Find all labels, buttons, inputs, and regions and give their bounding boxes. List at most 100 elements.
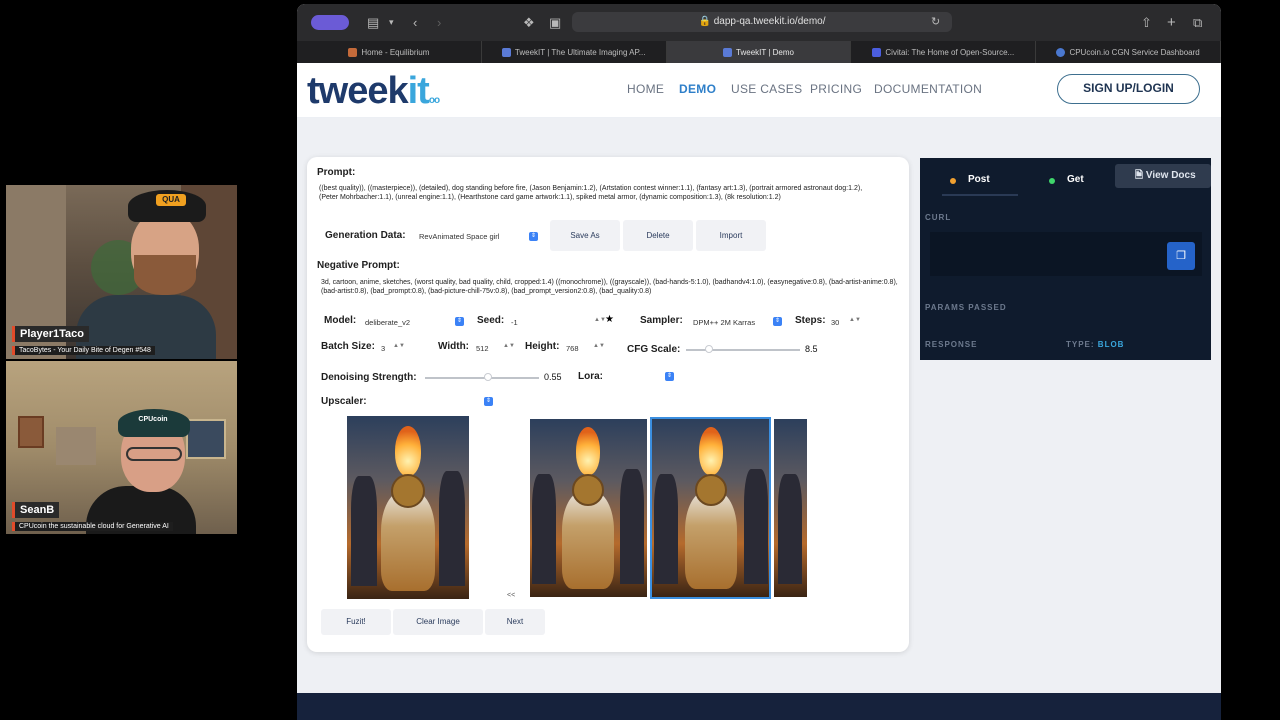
reload-icon[interactable]: ↻ — [931, 4, 940, 41]
next-button[interactable]: Next — [485, 609, 545, 635]
share-icon[interactable]: ⇧ — [1141, 4, 1152, 41]
height-label: Height: — [525, 341, 560, 352]
width-input[interactable]: 512 — [476, 344, 489, 353]
select-arrow-icon[interactable]: ⇕ — [484, 397, 493, 406]
stepper-icon[interactable]: ▲▼ — [503, 343, 515, 349]
favicon-icon — [348, 47, 358, 57]
pin-icon[interactable]: ★ — [605, 314, 614, 325]
batch-size-input[interactable]: 3 — [381, 344, 385, 353]
browser-window: ▤ ▾ ‹ › ❖ ▣ 🔒 dapp-qa.tweekit.io/demo/ ↻… — [297, 4, 1221, 720]
denoising-strength-label: Denoising Strength: — [321, 372, 417, 383]
curl-label: CURL — [925, 213, 952, 222]
extension-icon[interactable]: ❖ — [523, 4, 535, 41]
nav-home[interactable]: HOME — [627, 82, 664, 96]
fuzit-button[interactable]: Fuzit! — [321, 609, 391, 635]
forward-icon[interactable]: › — [437, 4, 441, 41]
browser-tab[interactable]: TweekIT | The Ultimate Imaging AP... — [482, 41, 667, 63]
tab-group-icon[interactable] — [311, 15, 349, 30]
height-input[interactable]: 768 — [566, 344, 579, 353]
curl-output[interactable] — [930, 232, 1202, 276]
nav-documentation[interactable]: DOCUMENTATION — [874, 82, 982, 96]
stepper-icon[interactable]: ▲▼ — [593, 343, 605, 349]
view-docs-button[interactable]: 🗎 View Docs — [1115, 164, 1211, 188]
post-status-dot — [950, 178, 956, 184]
result-image[interactable] — [774, 419, 807, 597]
participant-tagline: TacoBytes - Your Daily Bite of Degen #54… — [12, 346, 155, 355]
save-as-button[interactable]: Save As — [550, 220, 620, 251]
browser-tab[interactable]: CPUcoin.io CGN Service Dashboard — [1036, 41, 1221, 63]
cap-logo: QUA — [156, 194, 186, 206]
api-panel: Post Get 🗎 View Docs CURL ❐ PARAMS PASSE… — [920, 158, 1211, 360]
browser-tab[interactable]: Home - Equilibrium — [297, 41, 482, 63]
sidebar-toggle-icon[interactable]: ▤ — [367, 4, 379, 41]
generation-data-select[interactable]: RevAnimated Space girl — [419, 232, 499, 241]
participant-name: SeanB — [12, 502, 60, 518]
screenshot-icon[interactable]: ▣ — [549, 4, 561, 41]
address-bar[interactable]: 🔒 dapp-qa.tweekit.io/demo/ — [572, 12, 952, 32]
denoising-strength-slider[interactable] — [425, 377, 539, 379]
response-type: TYPE: BLOB — [1066, 340, 1125, 349]
width-label: Width: — [438, 341, 470, 352]
participant-tagline: CPUcoin the sustainable cloud for Genera… — [12, 522, 173, 531]
previous-arrow[interactable]: << — [507, 592, 515, 599]
sampler-select[interactable]: DPM++ 2M Karras — [693, 318, 755, 327]
model-select[interactable]: deliberate_v2 — [365, 318, 410, 327]
import-button[interactable]: Import — [696, 220, 766, 251]
nav-use-cases[interactable]: USE CASES — [731, 82, 802, 96]
browser-toolbar: ▤ ▾ ‹ › ❖ ▣ 🔒 dapp-qa.tweekit.io/demo/ ↻… — [297, 4, 1221, 41]
favicon-icon — [1056, 47, 1066, 57]
negative-prompt-label: Negative Prompt: — [317, 260, 400, 271]
favicon-icon — [872, 47, 882, 57]
params-passed-label: PARAMS PASSED — [925, 303, 1007, 312]
source-image[interactable] — [347, 416, 469, 599]
back-icon[interactable]: ‹ — [413, 4, 417, 41]
seed-input[interactable]: -1 — [511, 318, 518, 327]
generation-data-label: Generation Data: — [325, 230, 406, 241]
cfg-scale-thumb[interactable] — [704, 345, 713, 353]
select-arrow-icon: ⇕ — [773, 317, 782, 326]
webcam-seanb: CPUcoin SeanB CPUcoin the sustainable cl… — [6, 361, 237, 534]
tweekit-logo[interactable]: tweekitoo — [307, 69, 440, 123]
select-arrow-icon[interactable]: ⇕ — [665, 372, 674, 381]
tab-post[interactable]: Post — [968, 174, 990, 185]
prompt-textarea[interactable]: ((best quality)), ((masterpiece)), (deta… — [319, 184, 879, 202]
nav-pricing[interactable]: PRICING — [810, 82, 862, 96]
url-text: dapp-qa.tweekit.io/demo/ — [713, 16, 826, 27]
sampler-label: Sampler: — [640, 315, 683, 326]
result-image-selected[interactable] — [650, 417, 771, 599]
lora-label: Lora: — [578, 371, 603, 382]
denoising-strength-value: 0.55 — [544, 372, 562, 382]
favicon-icon — [723, 47, 733, 57]
delete-button[interactable]: Delete — [623, 220, 693, 251]
chevron-down-icon[interactable]: ▾ — [389, 4, 394, 41]
steps-input[interactable]: 30 — [831, 318, 839, 327]
prompt-label: Prompt: — [317, 167, 356, 178]
cfg-scale-value: 8.5 — [805, 344, 818, 354]
model-label: Model: — [324, 315, 357, 326]
generation-panel: Prompt: ((best quality)), ((masterpiece)… — [307, 157, 909, 652]
webcam-player1taco: QUA Player1Taco TacoBytes - Your Daily B… — [6, 185, 237, 359]
browser-tab-active[interactable]: TweekIT | Demo — [666, 41, 852, 63]
cfg-scale-slider[interactable] — [686, 349, 800, 351]
denoising-strength-thumb[interactable] — [483, 373, 492, 381]
tab-strip: Home - Equilibrium TweekIT | The Ultimat… — [297, 41, 1221, 63]
stepper-icon[interactable]: ▲▼ — [849, 317, 861, 323]
participant-name: Player1Taco — [12, 326, 90, 342]
batch-size-label: Batch Size: — [321, 341, 375, 352]
select-arrow-icon: ⇕ — [529, 232, 538, 241]
negative-prompt-textarea[interactable]: 3d, cartoon, anime, sketches, (worst qua… — [321, 278, 901, 296]
signup-login-button[interactable]: SIGN UP/LOGIN — [1057, 74, 1200, 104]
favicon-icon — [501, 47, 511, 57]
get-status-dot — [1049, 178, 1055, 184]
tab-get[interactable]: Get — [1067, 174, 1084, 185]
clear-image-button[interactable]: Clear Image — [393, 609, 483, 635]
steps-label: Steps: — [795, 315, 826, 326]
copy-icon[interactable]: ❐ — [1167, 242, 1195, 270]
nav-demo[interactable]: DEMO — [679, 82, 716, 96]
stepper-icon[interactable]: ▲▼ — [393, 343, 405, 349]
tab-overview-icon[interactable]: ⧉ — [1193, 4, 1202, 41]
response-label: RESPONSE — [925, 340, 978, 349]
browser-tab[interactable]: Civitai: The Home of Open-Source... — [851, 41, 1037, 63]
new-tab-icon[interactable]: + — [1167, 4, 1176, 41]
result-image[interactable] — [530, 419, 647, 597]
